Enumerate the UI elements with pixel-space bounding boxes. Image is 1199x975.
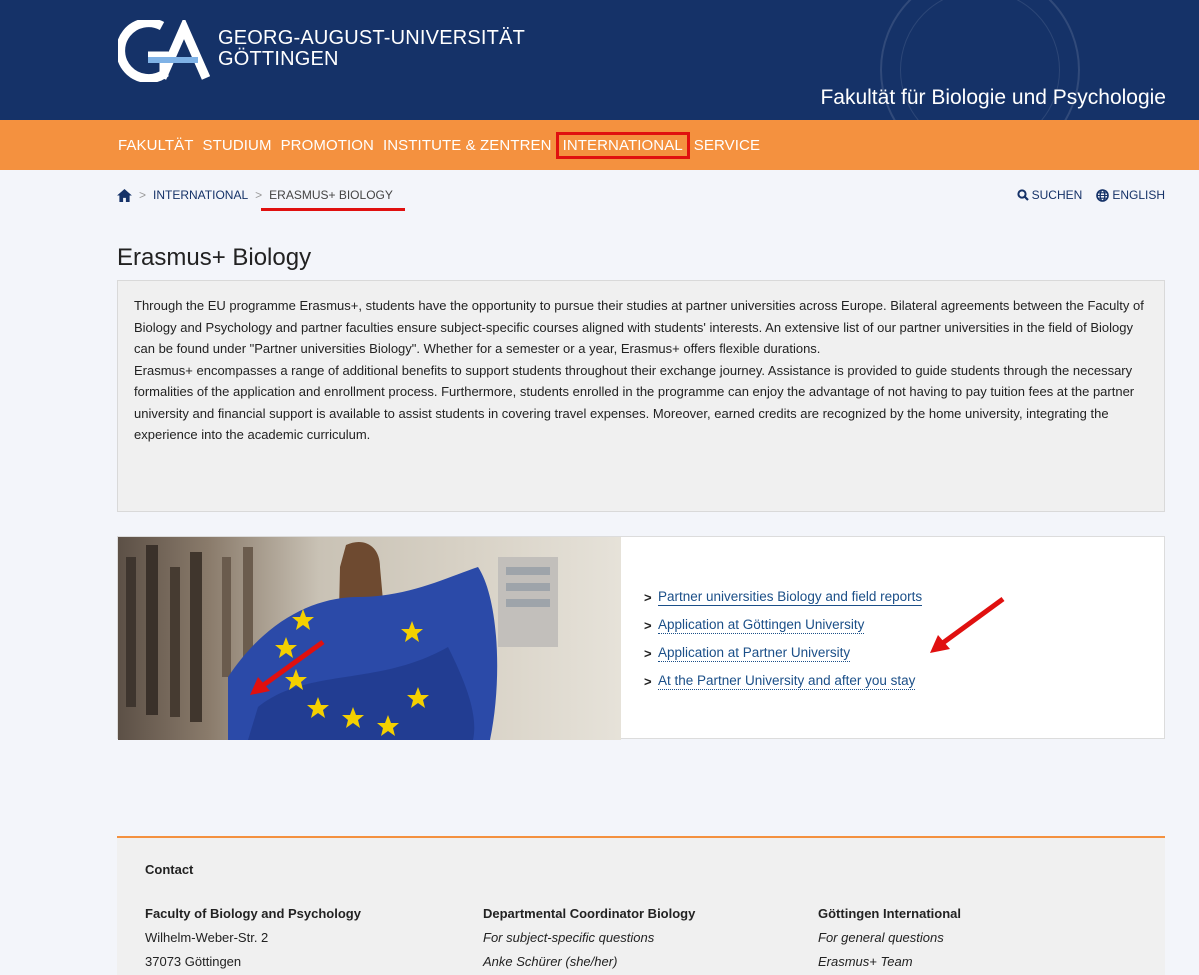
chevron-right-icon: > [255,188,263,202]
footer-column-coordinator: Departmental Coordinator Biology For sub… [483,902,695,974]
feature-panel: > Partner universities Biology and field… [117,536,1165,740]
language-label: ENGLISH [1112,188,1165,202]
footer-col-title: Faculty of Biology and Psychology [145,906,361,921]
university-name-line2: GÖTTINGEN [218,48,339,70]
footer-col-line: 37073 Göttingen [145,954,242,969]
language-switch[interactable]: ENGLISH [1096,188,1165,202]
search-label: SUCHEN [1031,188,1083,202]
photo-illustration [126,541,558,740]
search-icon [1017,189,1029,201]
link-partner-universities[interactable]: Partner universities Biology and field r… [658,589,923,606]
breadcrumb-current: ERASMUS+ BIOLOGY [261,188,405,211]
chevron-right-icon: > [139,188,147,202]
university-logo-icon[interactable] [118,20,210,82]
page: GEORG-AUGUST-UNIVERSITÄT GÖTTINGEN Fakul… [0,0,1199,975]
list-item[interactable]: > Partner universities Biology and field… [644,583,923,611]
intro-text-box: Through the EU programme Erasmus+, stude… [117,280,1165,512]
list-item[interactable]: > Application at Göttingen University [644,611,922,639]
footer-col-line: For general questions [818,930,944,945]
list-item[interactable]: > At the Partner University and after yo… [644,667,922,695]
utility-links: SUCHEN ENGLISH [1003,188,1165,202]
list-item[interactable]: > Application at Partner University [644,639,922,667]
footer-column-faculty: Faculty of Biology and Psychology Wilhel… [145,902,361,974]
footer-col-line: For subject-specific questions [483,930,655,945]
link-after-stay[interactable]: At the Partner University and after you … [658,673,916,690]
university-name[interactable]: GEORG-AUGUST-UNIVERSITÄT GÖTTINGEN [218,28,525,70]
intro-paragraph-2: Erasmus+ encompasses a range of addition… [134,362,1135,443]
footer-col-line: Wilhelm-Weber-Str. 2 [145,930,269,945]
nav-item-promotion[interactable]: PROMOTION [281,137,374,154]
faculty-title[interactable]: Fakultät für Biologie und Psychologie [820,86,1166,110]
footer-heading: Contact [145,862,194,877]
footer-col-line[interactable]: Anke Schürer (she/her) [483,950,695,974]
site-header: GEORG-AUGUST-UNIVERSITÄT GÖTTINGEN Fakul… [0,0,1199,120]
home-icon[interactable] [117,188,132,202]
page-title: Erasmus+ Biology [117,244,312,271]
feature-link-list: > Partner universities Biology and field… [644,583,923,695]
nav-item-studium[interactable]: STUDIUM [203,137,272,154]
chevron-right-icon: > [644,645,652,661]
footer-column-international: Göttingen International For general ques… [818,902,961,974]
nav-item-institute-zentren[interactable]: INSTITUTE & ZENTREN [383,137,552,154]
erasmus-flag-photo [118,537,621,740]
link-application-partner[interactable]: Application at Partner University [658,645,851,662]
contact-footer: Contact Faculty of Biology and Psycholog… [117,836,1165,975]
university-name-line1: GEORG-AUGUST-UNIVERSITÄT [218,27,526,49]
breadcrumb: > INTERNATIONAL > ERASMUS+ BIOLOGY [117,188,405,211]
chevron-right-icon: > [644,617,652,633]
search-link[interactable]: SUCHEN [1017,188,1083,202]
chevron-right-icon: > [644,673,652,689]
annotation-arrow-icon [930,596,1005,653]
chevron-right-icon: > [644,589,652,605]
nav-item-international[interactable]: INTERNATIONAL [555,131,690,159]
intro-paragraph-1: Through the EU programme Erasmus+, stude… [134,298,1144,356]
footer-col-title: Göttingen International [818,906,961,921]
nav-item-service[interactable]: SERVICE [694,137,760,154]
link-application-goettingen[interactable]: Application at Göttingen University [658,617,865,634]
footer-col-title: Departmental Coordinator Biology [483,906,696,921]
footer-col-line[interactable]: Erasmus+ Team [818,950,961,974]
nav-item-fakultaet[interactable]: FAKULTÄT [118,137,194,154]
main-nav: FAKULTÄT STUDIUM PROMOTION INSTITUTE & Z… [0,120,1199,170]
globe-icon [1096,188,1110,202]
breadcrumb-international[interactable]: INTERNATIONAL [153,188,248,202]
